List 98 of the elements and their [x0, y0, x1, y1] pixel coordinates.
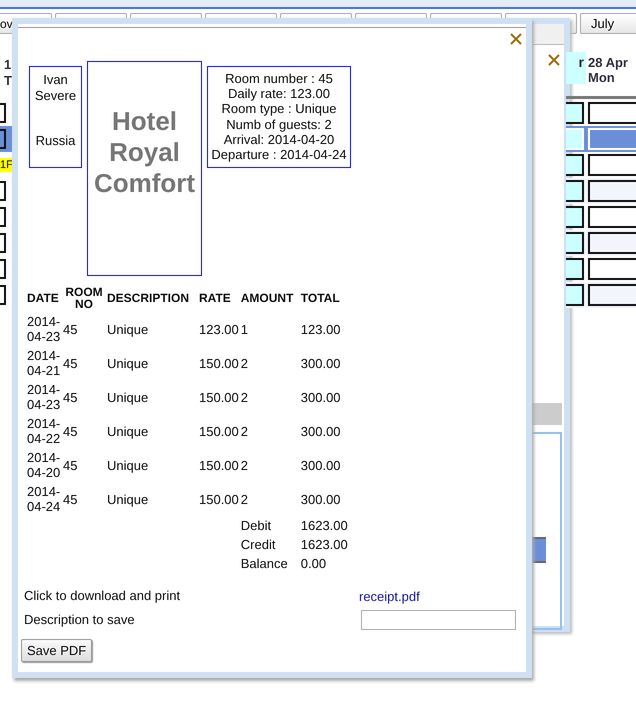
- table-cell: 300.00: [300, 424, 341, 438]
- calendar-row[interactable]: [566, 204, 636, 230]
- table-cell: 150.00: [199, 424, 239, 438]
- table-cell: Unique: [107, 356, 148, 370]
- table-cell: 2: [240, 424, 248, 438]
- table-cell: 45: [63, 458, 78, 472]
- calendar-cell[interactable]: [588, 154, 636, 176]
- table-cell: 2014-04-23: [27, 382, 61, 412]
- table-cell: 2: [240, 390, 248, 404]
- calendar-cell[interactable]: [588, 102, 636, 124]
- description-label: Description to save: [24, 611, 136, 629]
- room-info-line: Room number : 45: [225, 71, 333, 86]
- table-cell: 300.00: [300, 356, 341, 370]
- download-label: Click to download and print: [24, 587, 182, 605]
- calendar-cell[interactable]: [566, 232, 584, 254]
- table-cell: 2014-04-21: [27, 348, 61, 378]
- guest-name: Severe: [34, 88, 76, 104]
- calendar-cell[interactable]: [0, 259, 6, 279]
- close-icon[interactable]: [548, 54, 560, 66]
- calendar-cell[interactable]: [0, 103, 6, 123]
- table-cell: 2: [240, 492, 248, 506]
- calendar-row[interactable]: [566, 178, 636, 204]
- calendar-cell[interactable]: [588, 284, 636, 306]
- day-header: T: [4, 73, 12, 89]
- calendar-cell[interactable]: [588, 180, 636, 202]
- save-pdf-button[interactable]: Save PDF: [21, 639, 92, 662]
- table-cell: 150.00: [199, 492, 239, 506]
- table-cell: 2: [240, 356, 248, 370]
- day-header: 28 Apr Mon: [587, 54, 628, 87]
- day-header: r: [566, 52, 586, 84]
- calendar-cell[interactable]: [566, 206, 584, 228]
- table-cell: 45: [63, 322, 78, 336]
- calendar-cell[interactable]: [0, 285, 6, 305]
- table-cell: Unique: [107, 492, 148, 506]
- hotel-name: Hotel Royal Comfort: [92, 106, 196, 199]
- total-label: Debit: [240, 518, 272, 533]
- table-cell: Unique: [107, 322, 148, 336]
- calendar-cell[interactable]: [566, 180, 584, 202]
- total-value: 0.00: [300, 556, 326, 571]
- table-cell: 2014-04-23: [27, 314, 61, 344]
- calendar-row[interactable]: [566, 100, 636, 126]
- calendar-cell[interactable]: [566, 154, 584, 176]
- calendar-cell[interactable]: [588, 206, 636, 228]
- table-cell: Unique: [107, 458, 148, 472]
- calendar-cell[interactable]: [588, 258, 636, 280]
- calendar-row[interactable]: [566, 256, 636, 282]
- column-header: DESCRIPTION: [107, 291, 190, 305]
- table-cell: 2014-04-22: [27, 416, 61, 446]
- day-header: 1: [4, 57, 12, 73]
- nav-button[interactable]: July: [580, 13, 636, 34]
- table-cell: 300.00: [300, 458, 341, 472]
- guest-name: Ivan: [43, 72, 68, 88]
- table-cell: 150.00: [199, 390, 239, 404]
- calendar-cell[interactable]: [566, 102, 584, 124]
- table-cell: 45: [63, 424, 78, 438]
- calendar-row[interactable]: [566, 282, 636, 308]
- column-header: DATE: [27, 291, 59, 305]
- total-value: 1623.00: [300, 537, 348, 552]
- calendar-cell[interactable]: [0, 181, 6, 201]
- calendar-cell[interactable]: [0, 207, 6, 227]
- table-cell: 123.00: [300, 322, 341, 336]
- calendar-cell[interactable]: [566, 258, 584, 280]
- calendar-cell[interactable]: [566, 284, 584, 306]
- room-info-line: Arrival: 2014-04-20: [224, 132, 334, 148]
- table-cell: 45: [63, 492, 78, 506]
- room-info-line: Room type : Unique: [222, 101, 336, 117]
- total-value: 1623.00: [300, 518, 348, 533]
- table-cell: 45: [63, 356, 78, 370]
- table-cell: Unique: [107, 424, 148, 438]
- table-cell: 300.00: [300, 390, 341, 404]
- table-cell: 2014-04-24: [27, 484, 61, 514]
- close-icon[interactable]: [510, 33, 522, 45]
- column-header: RATE: [199, 291, 231, 305]
- column-header: ROOM NO: [65, 285, 103, 311]
- description-field[interactable]: [361, 610, 516, 630]
- column-header: TOTAL: [300, 291, 340, 305]
- room-info-line: Daily rate: 123.00: [228, 86, 330, 102]
- calendar-row[interactable]: [566, 152, 636, 178]
- table-cell: 2014-04-20: [27, 450, 61, 480]
- total-label: Credit: [240, 537, 276, 552]
- calendar-cell[interactable]: [0, 129, 6, 149]
- total-label: Balance: [240, 556, 288, 571]
- calendar-cell[interactable]: [588, 232, 636, 254]
- calendar-row[interactable]: [566, 230, 636, 256]
- column-header: AMOUNT: [240, 291, 294, 305]
- table-cell: 300.00: [300, 492, 341, 506]
- table-cell: 123.00: [199, 322, 239, 336]
- room-info-line: Departure : 2014-04-24: [211, 147, 347, 162]
- table-cell: 45: [63, 390, 78, 404]
- table-cell: 150.00: [199, 356, 239, 370]
- table-cell: 1: [240, 322, 248, 336]
- calendar-cell[interactable]: [0, 233, 6, 253]
- room-info-line: Numb of guests: 2: [226, 116, 332, 132]
- guest-country: Russia: [36, 133, 76, 149]
- receipt-link[interactable]: receipt.pdf: [359, 588, 420, 604]
- table-cell: 2: [240, 458, 248, 472]
- table-cell: 150.00: [199, 458, 239, 472]
- table-cell: Unique: [107, 390, 148, 404]
